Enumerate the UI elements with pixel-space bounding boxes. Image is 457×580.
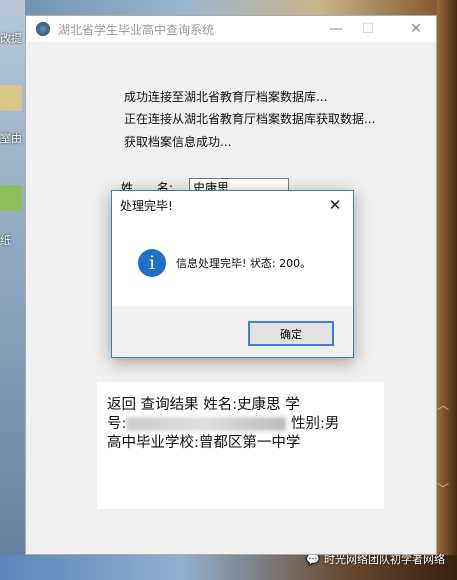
dialog-close-button[interactable]: ✕ xyxy=(323,194,347,216)
result-textbox[interactable]: 返回 查询结果 姓名:史康思 学 号: 性别:男 高中毕业学校:曾都区第一中学 … xyxy=(97,382,449,509)
maximize-button[interactable]: ☐ xyxy=(348,16,388,42)
desktop-icon[interactable] xyxy=(0,85,22,111)
status-line: 获取档案信息成功... xyxy=(124,135,232,149)
desktop-icon-label: 室由 xyxy=(0,132,22,145)
dialog-footer: 确定 xyxy=(112,306,353,357)
scroll-up-icon[interactable]: ︿ xyxy=(437,396,449,415)
redacted-id xyxy=(126,417,287,431)
info-icon: i xyxy=(138,248,166,277)
window-title: 湖北省学生毕业高中查询系统 xyxy=(58,22,215,37)
desktop-icon-label: 纸 xyxy=(0,234,11,247)
status-line: 成功连接至湖北省教育厅档案数据库... xyxy=(124,90,328,104)
message-dialog: 处理完毕! ✕ i 信息处理完毕! 状态: 200。 确定 xyxy=(111,190,354,358)
close-button[interactable]: ✕ xyxy=(396,16,436,42)
result-line: 号: 性别:男 xyxy=(107,416,340,432)
app-icon xyxy=(36,22,50,36)
ok-button[interactable]: 确定 xyxy=(248,321,334,346)
desktop-icon[interactable] xyxy=(0,185,22,211)
dialog-title: 处理完毕! xyxy=(120,198,173,213)
scroll-down-icon[interactable]: ﹀ xyxy=(437,480,449,499)
result-line: 高中毕业学校:曾都区第一中学 xyxy=(107,435,301,451)
status-line: 正在连接从湖北省教育厅档案数据库获取数据... xyxy=(124,112,376,126)
result-line: 返回 查询结果 姓名:史康思 学 xyxy=(107,397,300,413)
desktop-icon-label: 改提 xyxy=(0,32,22,45)
dialog-message: 信息处理完毕! 状态: 200。 xyxy=(176,256,312,270)
